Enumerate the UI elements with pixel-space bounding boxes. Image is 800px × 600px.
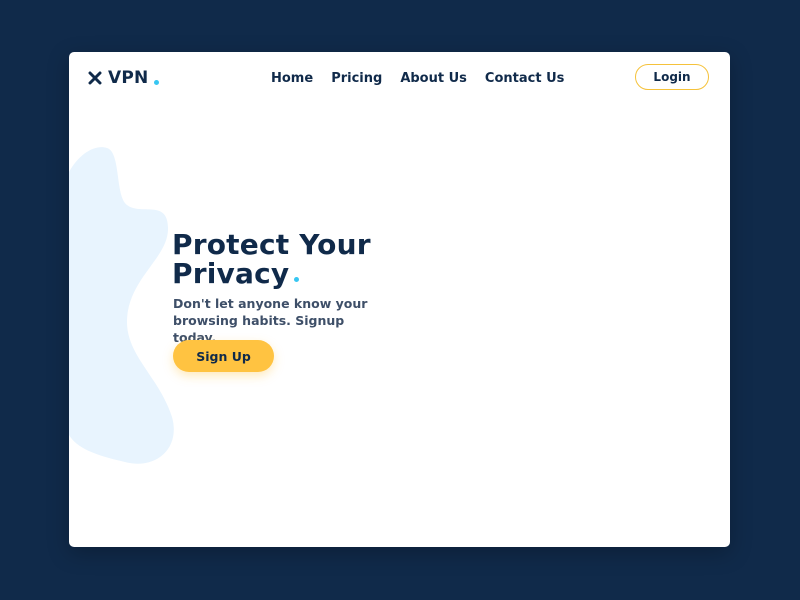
- landing-card: VPN Home Pricing About Us Contact Us Log…: [69, 52, 730, 547]
- brand-dot: [154, 80, 160, 85]
- hero-title-line-1: Protect Your: [172, 228, 371, 261]
- hero-title-word: Privacy: [172, 257, 290, 290]
- nav-home-link[interactable]: Home: [271, 71, 313, 86]
- brand-logo[interactable]: VPN: [88, 66, 160, 90]
- login-button[interactable]: Login: [635, 64, 709, 90]
- hero-title: Protect Your Privacy: [172, 230, 472, 288]
- nav-contact-link[interactable]: Contact Us: [485, 71, 564, 86]
- main-navigation: Home Pricing About Us Contact Us: [271, 71, 564, 86]
- nav-pricing-link[interactable]: Pricing: [331, 71, 382, 86]
- hero-title-line-2: Privacy: [172, 259, 472, 288]
- brand-name: VPN: [108, 68, 149, 88]
- decorative-blob: [69, 147, 174, 464]
- sign-up-button[interactable]: Sign Up: [173, 340, 274, 372]
- nav-about-link[interactable]: About Us: [400, 71, 467, 86]
- hero-subtitle: Don't let anyone know your browsing habi…: [173, 296, 368, 345]
- title-dot: [294, 277, 300, 282]
- x-icon: [88, 71, 102, 85]
